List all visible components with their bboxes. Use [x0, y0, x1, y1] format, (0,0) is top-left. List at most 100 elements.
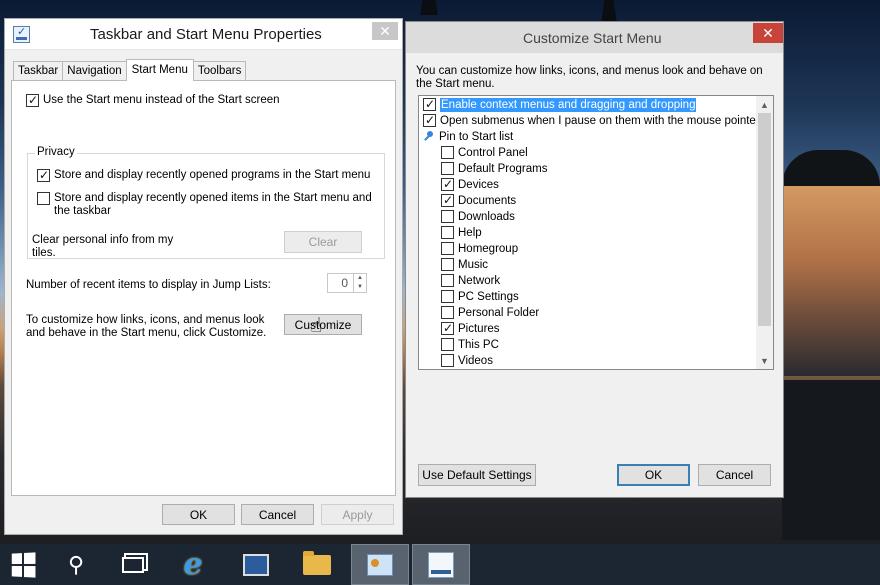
spin-up-icon[interactable]: ▲: [354, 274, 366, 283]
search-button[interactable]: ⚲: [47, 544, 105, 585]
list-item-checkbox[interactable]: [441, 210, 454, 223]
list-item-checkbox[interactable]: [441, 320, 454, 336]
scroll-thumb[interactable]: [758, 113, 771, 326]
store-items-option[interactable]: Store and display recently opened items …: [37, 192, 382, 218]
ok-button[interactable]: OK: [617, 464, 690, 486]
list-item-checkbox[interactable]: [441, 338, 454, 351]
taskbar-properties-button[interactable]: [412, 544, 470, 585]
store-items-label: Store and display recently opened items …: [54, 192, 372, 217]
taskbar: ⚲ e: [0, 544, 880, 585]
cancel-button[interactable]: Cancel: [241, 504, 314, 525]
list-item-label: Homegroup: [458, 243, 519, 255]
list-item[interactable]: Music: [441, 258, 488, 272]
list-item[interactable]: Downloads: [441, 210, 515, 224]
privacy-group: Privacy Store and display recently opene…: [27, 146, 385, 259]
hand-pointer-icon: ☝: [310, 315, 323, 337]
list-item-checkbox[interactable]: [441, 226, 454, 239]
use-start-menu-option[interactable]: Use the Start menu instead of the Start …: [26, 92, 280, 108]
list-item-checkbox[interactable]: [441, 192, 454, 208]
customize-button[interactable]: Customize: [284, 314, 362, 335]
list-item-checkbox[interactable]: [423, 112, 436, 128]
customize-description: To customize how links, icons, and menus…: [26, 314, 267, 339]
tab-navigation[interactable]: Navigation: [62, 61, 127, 81]
store-programs-option[interactable]: Store and display recently opened progra…: [37, 167, 371, 183]
list-item-checkbox[interactable]: [441, 290, 454, 303]
list-item[interactable]: Homegroup: [441, 242, 518, 256]
list-item-checkbox[interactable]: [423, 96, 436, 112]
list-item[interactable]: Default Programs: [441, 162, 547, 176]
start-menu-options-list[interactable]: Enable context menus and dragging and dr…: [418, 95, 774, 370]
clear-button[interactable]: Clear: [284, 231, 362, 253]
list-item[interactable]: Help: [441, 226, 482, 240]
use-start-menu-label: Use the Start menu instead of the Start …: [43, 94, 280, 106]
close-button[interactable]: ✕: [372, 22, 398, 40]
scroll-up-icon[interactable]: ▲: [756, 96, 773, 113]
intro-text: You can customize how links, icons, and …: [416, 65, 763, 90]
list-item[interactable]: Enable context menus and dragging and dr…: [423, 96, 697, 112]
list-item[interactable]: PC Settings: [441, 290, 519, 304]
window-title: Taskbar and Start Menu Properties: [90, 25, 322, 43]
list-item-label: Control Panel: [458, 147, 528, 159]
properties-app-icon: ✓: [13, 25, 30, 43]
remote-desktop-button[interactable]: [227, 544, 285, 585]
start-icon: [11, 551, 36, 578]
jump-lists-label: Number of recent items to display in Jum…: [26, 279, 271, 291]
list-item-checkbox[interactable]: [441, 176, 454, 192]
privacy-legend: Privacy: [35, 146, 77, 158]
list-item[interactable]: Videos: [441, 354, 493, 368]
list-item-checkbox[interactable]: [441, 274, 454, 287]
internet-explorer-button[interactable]: e: [164, 544, 222, 585]
list-item[interactable]: Pictures: [441, 320, 500, 336]
tree-silhouette: [420, 0, 438, 15]
store-items-checkbox[interactable]: [37, 192, 50, 205]
list-item-label: Enable context menus and dragging and dr…: [440, 98, 697, 112]
apply-button[interactable]: Apply: [321, 504, 394, 525]
list-item-label: Downloads: [458, 211, 515, 223]
list-item[interactable]: Open submenus when I pause on them with …: [423, 112, 760, 128]
list-item-checkbox[interactable]: [441, 242, 454, 255]
list-item[interactable]: Network: [441, 274, 500, 288]
scroll-down-icon[interactable]: ▼: [756, 352, 773, 369]
pin-icon: [423, 131, 435, 143]
list-item-label: Help: [458, 227, 482, 239]
jump-lists-spinner[interactable]: 0 ▲ ▼: [327, 273, 367, 293]
control-panel-button[interactable]: [351, 544, 409, 585]
file-explorer-button[interactable]: [288, 544, 346, 585]
tab-start-menu[interactable]: Start Menu: [125, 59, 194, 81]
list-item[interactable]: Control Panel: [441, 146, 528, 160]
list-item-checkbox[interactable]: [441, 258, 454, 271]
cancel-button[interactable]: Cancel: [698, 464, 771, 486]
title-bar[interactable]: Customize Start Menu ✕: [406, 22, 783, 53]
start-button[interactable]: [0, 544, 52, 585]
list-item-checkbox[interactable]: [441, 354, 454, 367]
list-item-label: Music: [458, 259, 489, 271]
use-default-settings-button[interactable]: Use Default Settings: [418, 464, 536, 486]
list-item[interactable]: Documents: [441, 192, 516, 208]
spin-down-icon[interactable]: ▼: [354, 283, 366, 292]
list-item-checkbox[interactable]: [441, 306, 454, 319]
store-programs-checkbox[interactable]: [37, 167, 50, 183]
customize-start-menu-window: Customize Start Menu ✕ You can customize…: [405, 21, 784, 498]
list-scrollbar[interactable]: ▲ ▼: [756, 96, 773, 369]
store-programs-label: Store and display recently opened progra…: [54, 169, 371, 181]
tab-toolbars[interactable]: Toolbars: [192, 61, 247, 81]
list-item[interactable]: Devices: [441, 176, 499, 192]
list-item-label: Pin to Start list: [439, 131, 514, 143]
list-item-label: This PC: [458, 339, 499, 351]
close-button[interactable]: ✕: [753, 23, 783, 43]
task-view-button[interactable]: [104, 544, 162, 585]
list-item-checkbox[interactable]: [441, 162, 454, 175]
list-item-checkbox[interactable]: [441, 146, 454, 159]
lake-reflection: [782, 186, 880, 376]
list-item[interactable]: This PC: [441, 338, 499, 352]
tab-strip: Taskbar Navigation Start Menu Toolbars: [13, 59, 247, 81]
close-icon: ✕: [379, 22, 391, 39]
list-item[interactable]: Personal Folder: [441, 306, 539, 320]
tab-taskbar[interactable]: Taskbar: [13, 61, 64, 81]
use-start-menu-checkbox[interactable]: [26, 92, 39, 108]
ok-button[interactable]: OK: [162, 504, 235, 525]
spinner-arrows[interactable]: ▲ ▼: [353, 274, 366, 292]
list-item[interactable]: Pin to Start list: [423, 130, 513, 144]
task-view-icon: [122, 556, 144, 573]
title-bar[interactable]: ✓ Taskbar and Start Menu Properties ✕: [5, 19, 402, 50]
